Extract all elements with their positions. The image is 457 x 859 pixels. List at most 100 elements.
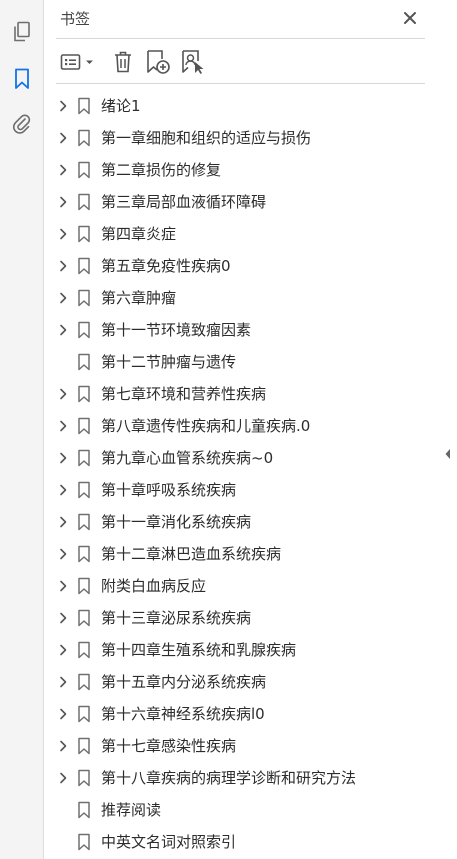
chevron-right-icon[interactable] (57, 676, 69, 688)
chevron-right-icon[interactable] (57, 612, 69, 624)
bookmark-icon (78, 801, 90, 819)
bookmark-label: 第十二节肿瘤与遗传 (101, 353, 237, 371)
bookmark-item[interactable]: 中英文名词对照索引 (44, 826, 457, 858)
bookmark-label: 第八章遗传性疾病和儿童疾病.0 (101, 417, 311, 435)
bookmark-label: 第十五章内分泌系统疾病 (101, 673, 267, 691)
bookmark-item[interactable]: 第九章心血管系统疾病~0 (44, 442, 457, 474)
chevron-right-icon[interactable] (57, 228, 69, 240)
chevron-right-icon[interactable] (57, 644, 69, 656)
bookmark-icon (78, 673, 90, 691)
chevron-right-icon[interactable] (57, 324, 69, 336)
bookmark-icon (78, 609, 90, 627)
chevron-right-icon[interactable] (57, 196, 69, 208)
bookmark-label: 第一章细胞和组织的适应与损伤 (101, 129, 312, 147)
bookmark-item[interactable]: 推荐阅读 (44, 794, 457, 826)
bookmarks-panel: 书签 绪论1 第一章细胞和组织的适应与损伤 第二章损伤的修复 第三章局部血液循环… (44, 0, 457, 859)
bookmark-label: 第七章环境和营养性疾病 (101, 385, 267, 403)
bookmark-item[interactable]: 第十章呼吸系统疾病 (44, 474, 457, 506)
delete-bookmark-icon (115, 51, 131, 73)
bookmark-from-selection-button[interactable] (180, 48, 206, 76)
header-divider (56, 38, 425, 39)
bookmark-item[interactable]: 第十一章消化系统疾病 (44, 506, 457, 538)
bookmark-item[interactable]: 第七章环境和营养性疾病 (44, 378, 457, 410)
bookmark-icon (78, 641, 90, 659)
bookmark-label: 第四章炎症 (101, 225, 177, 243)
bookmark-item[interactable]: 第十七章感染性疾病 (44, 730, 457, 762)
chevron-right-icon[interactable] (57, 548, 69, 560)
close-panel-button[interactable] (400, 8, 420, 28)
chevron-right-icon[interactable] (57, 132, 69, 144)
toolbar-divider (56, 83, 425, 84)
bookmark-icon[interactable] (8, 65, 36, 93)
collapse-panel-handle[interactable] (443, 446, 453, 462)
new-bookmark-icon (147, 50, 170, 74)
bookmark-item[interactable]: 第六章肿瘤 (44, 282, 457, 314)
bookmark-item[interactable]: 第五章免疫性疾病0 (44, 250, 457, 282)
bookmark-icon (78, 833, 90, 851)
bookmark-item[interactable]: 第四章炎症 (44, 218, 457, 250)
bookmark-label: 第六章肿瘤 (101, 289, 177, 307)
bookmark-icon (78, 257, 90, 275)
bookmark-label: 第十一章消化系统疾病 (101, 513, 252, 531)
bookmark-icon (78, 225, 90, 243)
bookmark-icon (78, 385, 90, 403)
bookmark-icon (78, 545, 90, 563)
chevron-right-icon[interactable] (57, 516, 69, 528)
bookmark-icon (78, 161, 90, 179)
bookmark-item[interactable]: 第三章局部血液循环障碍 (44, 186, 457, 218)
bookmark-label: 附类白血病反应 (101, 577, 207, 595)
bookmark-label: 绪论1 (101, 97, 141, 115)
bookmark-icon (78, 449, 90, 467)
bookmark-item[interactable]: 第十六章神经系统疾病l0 (44, 698, 457, 730)
chevron-right-icon[interactable] (57, 452, 69, 464)
bookmark-icon (78, 353, 90, 371)
bookmark-label: 第二章损伤的修复 (101, 161, 222, 179)
chevron-right-icon[interactable] (57, 484, 69, 496)
bookmark-item[interactable]: 绪论1 (44, 90, 457, 122)
chevron-right-icon[interactable] (57, 260, 69, 272)
bookmark-item[interactable]: 第一章细胞和组织的适应与损伤 (44, 122, 457, 154)
bookmark-label: 第十八章疾病的病理学诊断和研究方法 (101, 769, 357, 787)
pages-icon[interactable] (8, 18, 36, 46)
bookmark-item[interactable]: 第二章损伤的修复 (44, 154, 457, 186)
bookmark-item[interactable]: 第十四章生殖系统和乳腺疾病 (44, 634, 457, 666)
bookmark-item[interactable]: 第十五章内分泌系统疾病 (44, 666, 457, 698)
chevron-right-icon[interactable] (57, 708, 69, 720)
bookmark-item[interactable]: 第十二节肿瘤与遗传 (44, 346, 457, 378)
options-menu-icon (60, 54, 93, 70)
bookmark-icon (78, 321, 90, 339)
chevron-right-icon[interactable] (57, 388, 69, 400)
bookmark-icon (78, 193, 90, 211)
bookmark-label: 第十六章神经系统疾病l0 (101, 705, 265, 723)
bookmark-label: 第十四章生殖系统和乳腺疾病 (101, 641, 297, 659)
bookmark-item[interactable]: 第十二章淋巴造血系统疾病 (44, 538, 457, 570)
bookmark-item[interactable]: 第十三章泌尿系统疾病 (44, 602, 457, 634)
options-menu-button[interactable] (60, 48, 98, 76)
chevron-right-icon[interactable] (57, 420, 69, 432)
chevron-right-icon[interactable] (57, 100, 69, 112)
chevron-right-icon[interactable] (57, 580, 69, 592)
bookmark-icon (78, 481, 90, 499)
delete-bookmark-button[interactable] (112, 48, 134, 76)
chevron-right-icon[interactable] (57, 740, 69, 752)
bookmark-item[interactable]: 第十八章疾病的病理学诊断和研究方法 (44, 762, 457, 794)
bookmark-item[interactable]: 第十一节环境致瘤因素 (44, 314, 457, 346)
new-bookmark-button[interactable] (145, 48, 171, 76)
collapse-arrow-icon (445, 449, 450, 459)
bookmark-label: 第十一节环境致瘤因素 (101, 321, 252, 339)
close-icon (404, 12, 416, 24)
bookmark-list: 绪论1 第一章细胞和组织的适应与损伤 第二章损伤的修复第三章局部血液循环障碍 第四章炎… (44, 90, 457, 858)
bookmark-icon (78, 769, 90, 787)
bookmark-label: 第九章心血管系统疾病~0 (101, 449, 274, 467)
bookmark-item[interactable]: 附类白血病反应 (44, 570, 457, 602)
chevron-right-icon[interactable] (57, 292, 69, 304)
bookmark-item[interactable]: 第八章遗传性疾病和儿童疾病.0 (44, 410, 457, 442)
bookmark-label: 第三章局部血液循环障碍 (101, 193, 267, 211)
chevron-right-icon[interactable] (57, 772, 69, 784)
bookmark-icon (78, 737, 90, 755)
bookmark-icon (78, 129, 90, 147)
chevron-right-icon[interactable] (57, 164, 69, 176)
bookmark-label: 第五章免疫性疾病0 (101, 257, 231, 275)
bookmark-icon (78, 417, 90, 435)
attachment-icon[interactable] (8, 110, 36, 138)
